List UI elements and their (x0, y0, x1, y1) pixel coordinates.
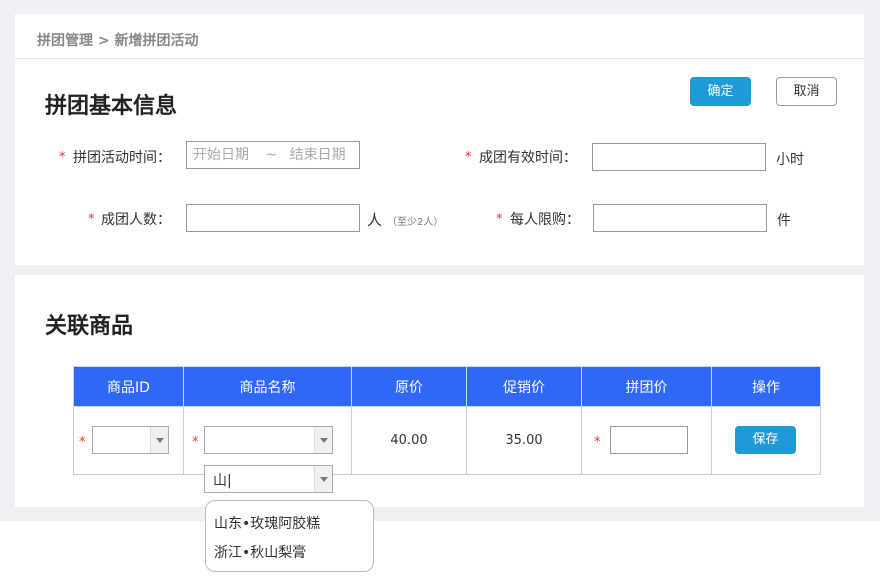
cancel-button[interactable]: 取消 (776, 77, 837, 106)
table-header-row: 商品ID 商品名称 原价 促销价 拼团价 操作 (73, 366, 821, 407)
promo-price-cell: 35.00 (466, 406, 582, 475)
column-header: 商品名称 (183, 366, 352, 407)
required-mark: * (59, 150, 66, 165)
goods-panel: 关联商品 商品ID 商品名称 原价 促销价 拼团价 操作 * * 40.00 3… (15, 275, 864, 507)
table-row: * * 40.00 35.00 * 保存 (73, 406, 821, 475)
chevron-down-icon[interactable] (314, 466, 332, 492)
chevron-down-icon[interactable] (314, 427, 332, 453)
required-mark: * (594, 435, 601, 450)
suggestion-option[interactable]: 山东•玫瑰阿胶糕 (214, 513, 320, 533)
start-date-placeholder[interactable]: 开始日期 (193, 147, 249, 163)
basic-info-title: 拼团基本信息 (45, 94, 178, 119)
valid-time-unit: 小时 (776, 152, 804, 168)
purchase-limit-input[interactable] (593, 204, 767, 232)
action-cell: 保存 (711, 406, 821, 475)
column-header: 商品ID (73, 366, 184, 407)
group-size-hint: （至少2人） (387, 217, 444, 228)
group-price-cell: * (581, 406, 712, 475)
product-id-select[interactable] (92, 426, 169, 454)
product-name-select[interactable] (204, 426, 333, 454)
column-header: 拼团价 (581, 366, 712, 407)
activity-time-label: 拼团活动时间： (73, 150, 171, 166)
required-mark: * (79, 435, 86, 450)
goods-title: 关联商品 (45, 314, 134, 339)
product-suggestion-dropdown: 山东•玫瑰阿胶糕 浙江•秋山梨膏 (205, 500, 374, 572)
chevron-down-icon[interactable] (150, 427, 168, 453)
product-search-select[interactable]: 山| (204, 465, 333, 493)
column-header: 促销价 (466, 366, 582, 407)
confirm-button[interactable]: 确定 (690, 77, 751, 106)
group-price-input[interactable] (610, 426, 688, 454)
save-button[interactable]: 保存 (735, 426, 796, 454)
basic-info-panel: 拼团管理 > 新增拼团活动 拼团基本信息 确定 取消 * 拼团活动时间： 开始日… (15, 14, 864, 265)
activity-date-range[interactable]: 开始日期 ~ 结束日期 (186, 141, 360, 169)
group-size-unit: 人 (367, 211, 383, 229)
goods-table: 商品ID 商品名称 原价 促销价 拼团价 操作 * * 40.00 35.00 … (73, 366, 821, 475)
required-mark: * (88, 212, 95, 227)
group-size-label: 成团人数： (101, 212, 171, 228)
original-price-cell: 40.00 (351, 406, 467, 475)
required-mark: * (496, 212, 503, 227)
required-mark: * (192, 435, 199, 450)
suggestion-option[interactable]: 浙江•秋山梨膏 (214, 542, 306, 562)
header-divider (15, 58, 864, 59)
product-search-value[interactable]: 山| (213, 470, 232, 490)
breadcrumb: 拼团管理 > 新增拼团活动 (37, 33, 199, 49)
product-id-cell: * (73, 406, 184, 475)
purchase-limit-label: 每人限购： (510, 212, 580, 228)
date-range-separator: ~ (265, 147, 278, 163)
end-date-placeholder[interactable]: 结束日期 (290, 147, 346, 163)
group-size-input[interactable] (186, 204, 360, 232)
valid-time-label: 成团有效时间： (479, 150, 577, 166)
required-mark: * (465, 150, 472, 165)
valid-time-input[interactable] (592, 143, 766, 171)
column-header: 操作 (711, 366, 821, 407)
column-header: 原价 (351, 366, 467, 407)
purchase-limit-unit: 件 (777, 213, 791, 229)
